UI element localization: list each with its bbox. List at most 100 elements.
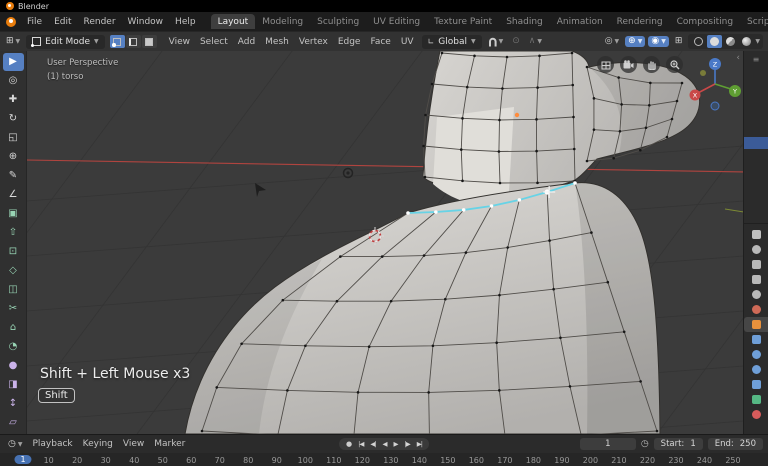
frame-tick-120[interactable]: 120 — [355, 456, 370, 465]
play-reverse-button[interactable]: ◀ — [380, 439, 390, 449]
properties-tab-render[interactable] — [744, 242, 768, 257]
viewport-menu-view[interactable]: View — [164, 35, 195, 49]
gizmo-neg-z-axis[interactable] — [710, 101, 720, 111]
end-frame-field[interactable]: End: 250 — [707, 438, 763, 450]
workspace-tab-uv-editing[interactable]: UV Editing — [366, 14, 427, 29]
viewport-menu-vertex[interactable]: Vertex — [294, 35, 333, 49]
previous-keyframe-button[interactable]: ◀| — [367, 439, 378, 449]
properties-tab-object-data[interactable] — [744, 392, 768, 407]
workspace-tab-rendering[interactable]: Rendering — [610, 14, 670, 29]
menu-window[interactable]: Window — [122, 15, 170, 29]
tool-smooth[interactable]: ● — [3, 357, 24, 375]
solid-shading-button[interactable] — [707, 35, 723, 48]
tool-shear[interactable]: ▱ — [3, 414, 24, 432]
chevron-down-icon[interactable]: ▼ — [755, 38, 760, 45]
timeline-editor-type-button[interactable]: ◷ ▼ — [5, 439, 25, 450]
menu-help[interactable]: Help — [169, 15, 202, 29]
properties-tab-view-layer[interactable] — [744, 272, 768, 287]
current-frame-indicator[interactable]: 1 — [14, 454, 32, 464]
tool-add-cube[interactable]: ▣ — [3, 205, 24, 223]
frame-tick-170[interactable]: 170 — [497, 456, 512, 465]
tool-measure[interactable]: ∠ — [3, 186, 24, 204]
tool-transform[interactable]: ⊕ — [3, 148, 24, 166]
frame-tick-240[interactable]: 240 — [697, 456, 712, 465]
toggle-perspective-button[interactable] — [597, 56, 614, 73]
frame-tick-180[interactable]: 180 — [526, 456, 541, 465]
menu-render[interactable]: Render — [78, 15, 122, 29]
workspace-tab-compositing[interactable]: Compositing — [670, 14, 740, 29]
properties-tab-physics[interactable] — [744, 362, 768, 377]
zoom-view-button[interactable] — [666, 56, 683, 73]
properties-tab-material[interactable] — [744, 407, 768, 422]
tool-poly-build[interactable]: ⌂ — [3, 319, 24, 337]
tool-knife[interactable]: ✂ — [3, 300, 24, 318]
jump-to-start-button[interactable]: |◀ — [355, 439, 366, 449]
vertex-select-button[interactable] — [109, 35, 125, 48]
tool-move[interactable]: ✚ — [3, 91, 24, 109]
tool-scale[interactable]: ◱ — [3, 129, 24, 147]
tool-inset-faces[interactable]: ⊡ — [3, 243, 24, 261]
wireframe-shading-button[interactable] — [691, 35, 706, 48]
frame-tick-10[interactable]: 10 — [44, 456, 54, 465]
start-frame-field[interactable]: Start: 1 — [653, 438, 703, 450]
timeline-menu-view[interactable]: View — [118, 438, 149, 450]
current-frame-field[interactable]: 1 — [579, 438, 636, 450]
menu-edit[interactable]: Edit — [48, 15, 77, 29]
xray-toggle[interactable]: ⊞ — [672, 36, 686, 47]
record-button[interactable]: ● — [343, 439, 354, 449]
camera-view-button[interactable] — [620, 56, 637, 73]
frame-tick-210[interactable]: 210 — [611, 456, 626, 465]
tool-rotate[interactable]: ↻ — [3, 110, 24, 128]
workspace-tab-modeling[interactable]: Modeling — [255, 14, 310, 29]
transform-orientation-dropdown[interactable]: ∟ Global ▼ — [421, 34, 482, 49]
properties-tab-scene[interactable] — [744, 287, 768, 302]
properties-tab-particles[interactable] — [744, 347, 768, 362]
timeline-menu-marker[interactable]: Marker — [149, 438, 190, 450]
show-gizmo-toggle[interactable]: ⊕ ▼ — [625, 36, 646, 47]
outliner-collapsed[interactable]: ≡ — [744, 51, 768, 224]
workspace-tab-scripting[interactable]: Scripting — [740, 14, 768, 29]
workspace-tab-sculpting[interactable]: Sculpting — [310, 14, 366, 29]
frame-tick-40[interactable]: 40 — [129, 456, 139, 465]
frame-tick-20[interactable]: 20 — [72, 456, 82, 465]
frame-tick-130[interactable]: 130 — [383, 456, 398, 465]
timeline-menu-keying[interactable]: Keying — [78, 438, 118, 450]
next-keyframe-button[interactable]: |▶ — [402, 439, 413, 449]
frame-tick-230[interactable]: 230 — [668, 456, 683, 465]
frame-tick-100[interactable]: 100 — [298, 456, 313, 465]
viewport-menu-select[interactable]: Select — [195, 35, 233, 49]
menu-file[interactable]: File — [21, 15, 48, 29]
properties-tab-constraints[interactable] — [744, 377, 768, 392]
properties-tab-object[interactable] — [744, 317, 768, 332]
frame-tick-190[interactable]: 190 — [554, 456, 569, 465]
frame-tick-50[interactable]: 50 — [158, 456, 168, 465]
frame-tick-70[interactable]: 70 — [215, 456, 225, 465]
mode-dropdown[interactable]: Edit Mode ▼ — [26, 34, 105, 49]
rendered-shading-button[interactable] — [739, 35, 754, 48]
properties-tab-active-tool[interactable] — [744, 227, 768, 242]
workspace-tab-layout[interactable]: Layout — [210, 14, 256, 29]
proportional-falloff-dropdown[interactable]: ∧ ▼ — [526, 36, 545, 47]
frame-tick-60[interactable]: 60 — [186, 456, 196, 465]
frame-tick-160[interactable]: 160 — [469, 456, 484, 465]
tool-bevel[interactable]: ◇ — [3, 262, 24, 280]
viewport-menu-face[interactable]: Face — [365, 35, 395, 49]
viewport-menu-edge[interactable]: Edge — [333, 35, 366, 49]
frame-tick-30[interactable]: 30 — [101, 456, 111, 465]
navigation-gizmo[interactable]: Z X Y — [687, 54, 743, 114]
viewport-3d[interactable]: User Perspective (1) torso ‹ Z X Y Shift… — [27, 51, 743, 434]
tool-edge-slide[interactable]: ◨ — [3, 376, 24, 394]
tool-spin[interactable]: ◔ — [3, 338, 24, 356]
material-preview-button[interactable] — [723, 35, 738, 48]
object-type-visibility-dropdown[interactable]: ◎ ▼ — [602, 36, 622, 47]
jump-to-end-button[interactable]: ▶| — [414, 439, 425, 449]
frame-tick-110[interactable]: 110 — [326, 456, 341, 465]
tool-cursor[interactable]: ◎ — [3, 72, 24, 90]
timeline-ruler[interactable]: 1 10 20 30 40 50 60 70 80 90 100 110 120 130 140 150 160… — [0, 453, 768, 466]
workspace-tab-shading[interactable]: Shading — [499, 14, 550, 29]
frame-tick-150[interactable]: 150 — [440, 456, 455, 465]
frame-tick-90[interactable]: 90 — [272, 456, 282, 465]
edge-select-button[interactable] — [125, 35, 141, 48]
frame-tick-250[interactable]: 250 — [725, 456, 740, 465]
workspace-tab-texture-paint[interactable]: Texture Paint — [427, 14, 499, 29]
